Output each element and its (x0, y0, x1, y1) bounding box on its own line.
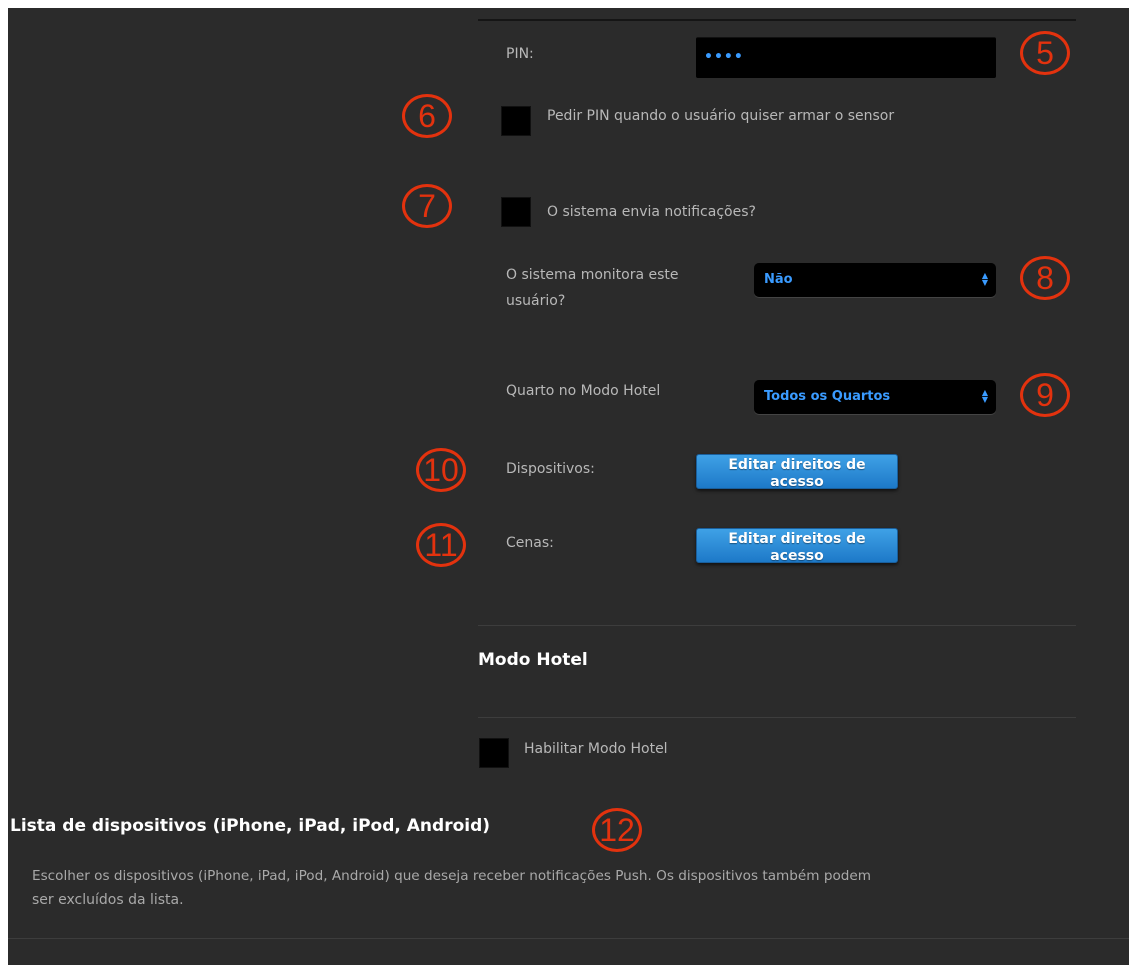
pin-input[interactable]: •••• (696, 37, 996, 78)
select-arrows-icon: ▲ ▼ (981, 271, 988, 287)
marker-11: 11 (416, 523, 466, 567)
select-arrows-icon: ▲ ▼ (981, 388, 988, 404)
marker-9: 9 (1020, 373, 1070, 417)
hotel-room-selected-value: Todos os Quartos (764, 389, 891, 404)
scenes-button-line1: Editar direitos de (728, 531, 866, 547)
enable-hotel-mode-label: Habilitar Modo Hotel (524, 741, 668, 757)
hotel-room-label: Quarto no Modo Hotel (506, 383, 661, 399)
ask-pin-checkbox[interactable] (501, 106, 531, 136)
hotel-room-select[interactable]: Todos os Quartos ▲ ▼ (754, 380, 996, 414)
scenes-edit-access-button[interactable]: Editar direitos de acesso (696, 528, 898, 564)
hotel-mode-divider (478, 625, 1076, 626)
notifications-checkbox[interactable] (501, 197, 531, 227)
top-divider (478, 19, 1076, 21)
marker-12: 12 (592, 808, 642, 852)
scenes-button-line2: acesso (770, 548, 824, 564)
devices-button-line2: acesso (770, 474, 824, 490)
scenes-label: Cenas: (506, 535, 554, 551)
marker-5: 5 (1020, 31, 1070, 75)
pin-label: PIN: (506, 46, 534, 62)
devices-edit-access-button[interactable]: Editar direitos de acesso (696, 454, 898, 490)
pin-value: •••• (704, 49, 744, 65)
user-settings-panel: PIN: •••• 5 6 Pedir PIN quando o usuário… (8, 8, 1129, 965)
devices-button-line1: Editar direitos de (728, 457, 866, 473)
ask-pin-label: Pedir PIN quando o usuário quiser armar … (547, 108, 895, 124)
monitor-label-line2: usuário? (506, 293, 566, 309)
devices-label: Dispositivos: (506, 461, 595, 477)
marker-7: 7 (402, 184, 452, 228)
marker-10: 10 (416, 448, 466, 492)
monitor-select[interactable]: Não ▲ ▼ (754, 263, 996, 297)
monitor-selected-value: Não (764, 272, 793, 287)
device-list-description-line1: Escolher os dispositivos (iPhone, iPad, … (32, 868, 872, 884)
marker-8: 8 (1020, 256, 1070, 300)
bottom-divider (8, 938, 1129, 939)
monitor-label-line1: O sistema monitora este (506, 267, 679, 283)
device-list-description-line2: ser excluídos da lista. (32, 892, 184, 908)
hotel-mode-title: Modo Hotel (478, 650, 588, 670)
notifications-label: O sistema envia notificações? (547, 204, 756, 220)
enable-hotel-mode-checkbox[interactable] (479, 738, 509, 768)
device-list-title: Lista de dispositivos (iPhone, iPad, iPo… (10, 816, 491, 836)
marker-6: 6 (402, 94, 452, 138)
hotel-mode-inner-divider (478, 717, 1076, 718)
